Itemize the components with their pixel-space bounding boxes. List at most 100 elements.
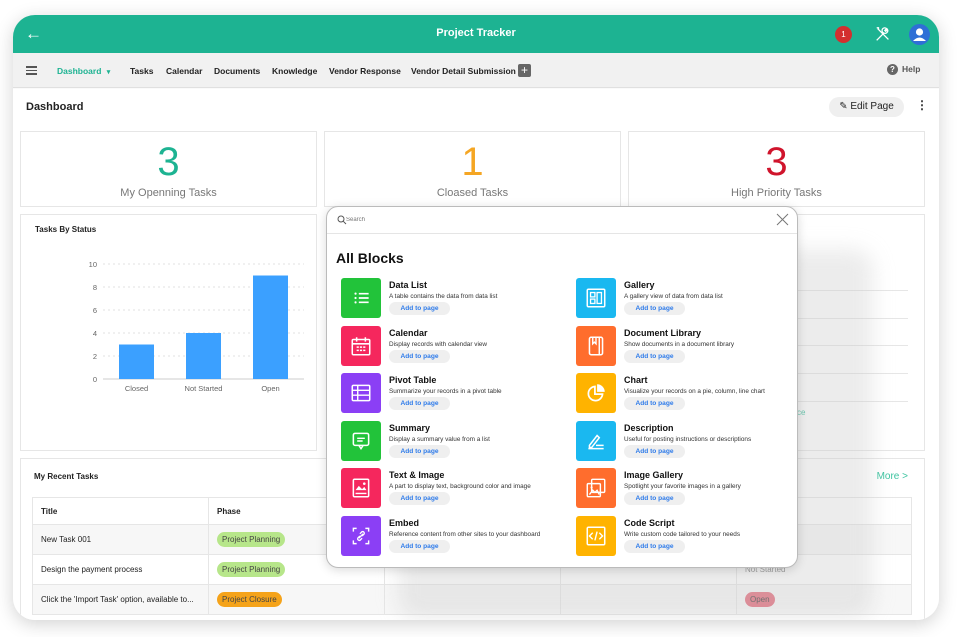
block-name: Gallery bbox=[624, 280, 655, 290]
comment-icon bbox=[341, 420, 381, 461]
bar-closed[interactable] bbox=[119, 344, 154, 380]
bar-chart: 0 2 4 6 8 10 Closed Not Started Open bbox=[89, 260, 304, 393]
modal-heading: All Blocks bbox=[336, 250, 404, 266]
nav-item-knowledge[interactable]: Knowledge bbox=[272, 66, 317, 76]
stat-card-closed-tasks[interactable]: 1 Cloased Tasks bbox=[324, 131, 621, 207]
block-description: A gallery view of data from data list bbox=[624, 293, 723, 300]
y-tick-label: 8 bbox=[93, 283, 97, 292]
nav-item-vendor-detail-submission[interactable]: Vendor Detail Submission bbox=[411, 66, 516, 76]
menu-icon[interactable] bbox=[26, 66, 37, 75]
block-document-library: Document Library Show documents in a docu… bbox=[576, 325, 806, 370]
stat-card-high-priority[interactable]: 3 High Priority Tasks bbox=[628, 131, 925, 207]
add-to-page-button[interactable]: Add to page bbox=[389, 302, 450, 315]
phase-pill: Project Planning bbox=[217, 532, 286, 547]
nav-item-calendar[interactable]: Calendar bbox=[166, 66, 202, 76]
add-to-page-button[interactable]: Add to page bbox=[389, 397, 450, 411]
stat-value: 3 bbox=[765, 140, 788, 184]
add-page-button[interactable]: + bbox=[518, 64, 531, 77]
y-tick-label: 0 bbox=[93, 375, 97, 384]
page-title: Dashboard bbox=[26, 101, 84, 113]
more-options-icon[interactable]: ⋮ bbox=[916, 98, 928, 112]
app-window: ← Project Tracker 1 Dashboard ▾ Tasks Ca… bbox=[13, 15, 939, 620]
block-description: Useful for posting instructions or descr… bbox=[624, 435, 752, 443]
search-bar bbox=[327, 207, 797, 234]
x-tick-label: Not Started bbox=[185, 384, 223, 393]
image-card-icon bbox=[341, 468, 381, 509]
task-title: New Task 001 bbox=[32, 524, 209, 555]
more-link[interactable]: More > bbox=[877, 471, 908, 482]
help-label: Help bbox=[902, 64, 921, 74]
search-input[interactable] bbox=[346, 214, 746, 226]
app-title: Project Tracker bbox=[436, 27, 516, 39]
chart-card: Tasks By Status 0 2 4 6 8 10 Closed Not Started… bbox=[20, 214, 317, 451]
block-description: Reference content from other sites to yo… bbox=[389, 531, 541, 538]
pie-chart-icon bbox=[576, 373, 616, 414]
block-code-script: Code Script Write custom code tailored to… bbox=[576, 516, 806, 560]
nav-item-documents[interactable]: Documents bbox=[214, 66, 260, 76]
block-description: Write custom code tailored to your needs bbox=[624, 531, 741, 538]
notification-badge[interactable]: 1 bbox=[835, 26, 852, 43]
add-to-page-button[interactable]: Add to page bbox=[624, 302, 685, 315]
block-chart: Chart Visualize your records on a pie, co… bbox=[576, 373, 806, 417]
add-to-page-button[interactable]: Add to page bbox=[624, 540, 685, 553]
link-icon bbox=[341, 516, 381, 556]
nav-item-dashboard[interactable]: Dashboard ▾ bbox=[57, 66, 110, 76]
block-text-image: Text & Image A part to display text, back… bbox=[341, 468, 571, 512]
stat-label: Cloased Tasks bbox=[436, 187, 509, 199]
help-button[interactable]: ? Help bbox=[887, 64, 920, 75]
block-embed: Embed Reference content from other sites … bbox=[341, 516, 571, 560]
add-to-page-button[interactable]: Add to page bbox=[389, 540, 450, 553]
block-description: Summarize your records in a pivot table bbox=[389, 388, 502, 396]
phase-pill: Project Planning bbox=[217, 562, 286, 577]
block-name: Pivot Table bbox=[389, 375, 437, 386]
add-to-page-button[interactable]: Add to page bbox=[624, 444, 685, 458]
y-tick-label: 10 bbox=[89, 260, 97, 269]
edit-page-button[interactable]: ✎ Edit Page bbox=[829, 97, 904, 117]
task-title: Design the payment process bbox=[32, 554, 209, 585]
user-avatar[interactable] bbox=[909, 24, 930, 45]
block-name: Chart bbox=[624, 375, 648, 386]
nav-item-tasks[interactable]: Tasks bbox=[130, 66, 153, 76]
gallery-icon bbox=[576, 278, 616, 318]
add-to-page-button[interactable]: Add to page bbox=[624, 349, 685, 363]
block-pivot-table: Pivot Table Summarize your records in a p… bbox=[341, 373, 571, 417]
stat-label: High Priority Tasks bbox=[731, 187, 822, 199]
block-gallery: Gallery A gallery view of data from data … bbox=[576, 278, 806, 322]
block-data-list: Data List A table contains the data from … bbox=[341, 278, 571, 322]
block-description: A table contains the data from data list bbox=[389, 293, 498, 300]
pencil-icon: ✎ bbox=[839, 101, 848, 112]
y-tick-label: 4 bbox=[93, 329, 97, 338]
add-to-page-button[interactable]: Add to page bbox=[389, 349, 450, 363]
block-name: Code Script bbox=[624, 518, 675, 528]
chevron-right-icon: > bbox=[902, 471, 908, 482]
list-icon bbox=[341, 278, 381, 318]
code-icon bbox=[576, 516, 616, 556]
add-to-page-button[interactable]: Add to page bbox=[624, 397, 685, 411]
bar-not-started[interactable] bbox=[186, 333, 221, 379]
block-description: A part to display text, background color… bbox=[389, 483, 531, 491]
block-summary: Summary Display a summary value from a li… bbox=[341, 420, 571, 465]
help-icon: ? bbox=[887, 64, 898, 75]
column-header-title: Title bbox=[32, 497, 209, 525]
add-to-page-button[interactable]: Add to page bbox=[389, 444, 450, 458]
block-name: Text & Image bbox=[389, 470, 445, 481]
stat-card-open-tasks[interactable]: 3 My Openning Tasks bbox=[20, 131, 317, 207]
nav-bar: Dashboard ▾ Tasks Calendar Documents Kno… bbox=[13, 53, 939, 88]
table-icon bbox=[341, 373, 381, 414]
nav-item-vendor-response[interactable]: Vendor Response bbox=[329, 66, 401, 76]
phase-pill: Project Closure bbox=[217, 592, 282, 607]
top-bar: ← Project Tracker 1 bbox=[13, 15, 939, 53]
add-to-page-button[interactable]: Add to page bbox=[624, 492, 685, 506]
tools-icon[interactable] bbox=[874, 25, 892, 43]
pen-icon bbox=[576, 420, 616, 461]
images-icon bbox=[576, 468, 616, 509]
stat-label: My Openning Tasks bbox=[120, 187, 217, 199]
add-to-page-button[interactable]: Add to page bbox=[389, 492, 450, 506]
close-icon[interactable] bbox=[776, 213, 789, 226]
stat-value: 1 bbox=[461, 140, 484, 184]
calendar-icon bbox=[341, 325, 381, 366]
block-name: Data List bbox=[389, 280, 428, 290]
recent-tasks-title: My Recent Tasks bbox=[34, 472, 99, 481]
bar-open[interactable] bbox=[253, 275, 288, 380]
stat-value: 3 bbox=[157, 140, 180, 184]
